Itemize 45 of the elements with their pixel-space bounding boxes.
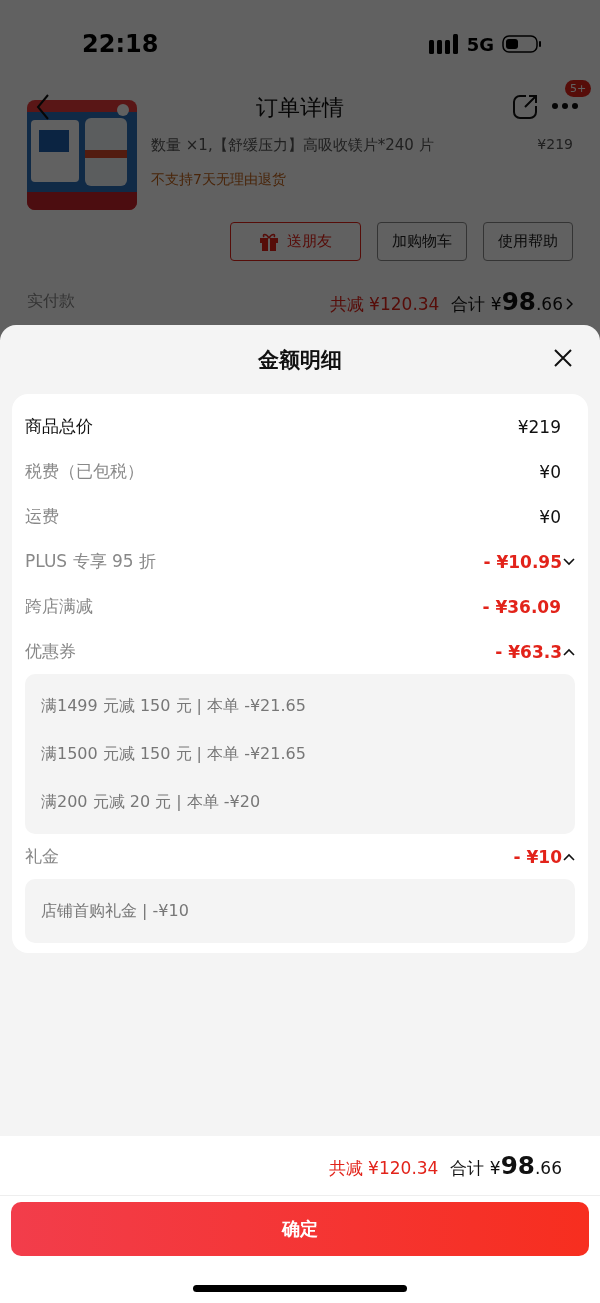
row-value: ¥219 bbox=[517, 416, 561, 437]
action-button[interactable]: 加购物车 bbox=[377, 222, 467, 261]
saving-amount: 共减 ¥120.34 bbox=[328, 1157, 439, 1180]
network-label: 5G bbox=[466, 33, 494, 55]
page-title: 订单详情 bbox=[256, 94, 344, 122]
row-label: 运费 bbox=[25, 505, 59, 528]
row-value: - ¥10.95 bbox=[483, 551, 562, 572]
detail-line: 店铺首购礼金 | -¥10 bbox=[41, 899, 190, 922]
row-value: - ¥36.09 bbox=[482, 596, 561, 617]
detail-line: 满1499 元减 150 元 | 本单 -¥21.65 bbox=[41, 694, 307, 717]
chevron-up-icon[interactable] bbox=[563, 852, 575, 861]
battery-icon bbox=[502, 34, 542, 54]
row-value: ¥0 bbox=[539, 461, 561, 482]
row-label: 礼金 bbox=[25, 845, 59, 868]
row-value: ¥0 bbox=[539, 506, 561, 527]
back-button[interactable] bbox=[36, 94, 50, 120]
row-label: 跨店满减 bbox=[25, 595, 93, 618]
detail-line: 满1500 元减 150 元 | 本单 -¥21.65 bbox=[41, 742, 307, 765]
row-label: 优惠券 bbox=[25, 640, 76, 663]
row-label: 商品总价 bbox=[25, 415, 93, 438]
close-button[interactable] bbox=[554, 349, 572, 367]
row-value: - ¥63.3 bbox=[495, 641, 562, 662]
total-amount: 合计 ¥98.66 bbox=[451, 287, 563, 316]
product-spec: 数量 ×1,【舒缓压力】高吸收镁片*240 片 bbox=[151, 136, 434, 155]
notification-badge: 5+ bbox=[565, 80, 592, 97]
row-label: PLUS 专享 95 折 bbox=[25, 550, 156, 573]
status-time: 22:18 bbox=[82, 30, 159, 58]
product-price: ¥219 bbox=[537, 136, 573, 154]
action-button[interactable]: 使用帮助 bbox=[483, 222, 573, 261]
gift-button[interactable]: 送朋友 bbox=[230, 222, 361, 261]
sheet-title: 金额明细 bbox=[258, 346, 342, 374]
gift-icon bbox=[259, 231, 279, 252]
row-label: 税费（已包税） bbox=[25, 460, 144, 483]
detail-line: 满200 元减 20 元 | 本单 -¥20 bbox=[41, 790, 262, 813]
chevron-down-icon[interactable] bbox=[563, 557, 575, 566]
return-notice: 不支持7天无理由退货 bbox=[151, 171, 287, 189]
signal-icon bbox=[428, 34, 459, 54]
chevron-right-icon[interactable] bbox=[566, 298, 573, 310]
total-amount: 合计 ¥98.66 bbox=[450, 1151, 562, 1180]
confirm-button[interactable]: 确定 bbox=[11, 1202, 589, 1256]
share-button[interactable] bbox=[512, 94, 538, 120]
chevron-up-icon[interactable] bbox=[563, 647, 575, 656]
saving-amount: 共减 ¥120.34 bbox=[329, 293, 440, 316]
more-button[interactable] bbox=[551, 102, 579, 110]
row-value: - ¥10 bbox=[513, 846, 562, 867]
